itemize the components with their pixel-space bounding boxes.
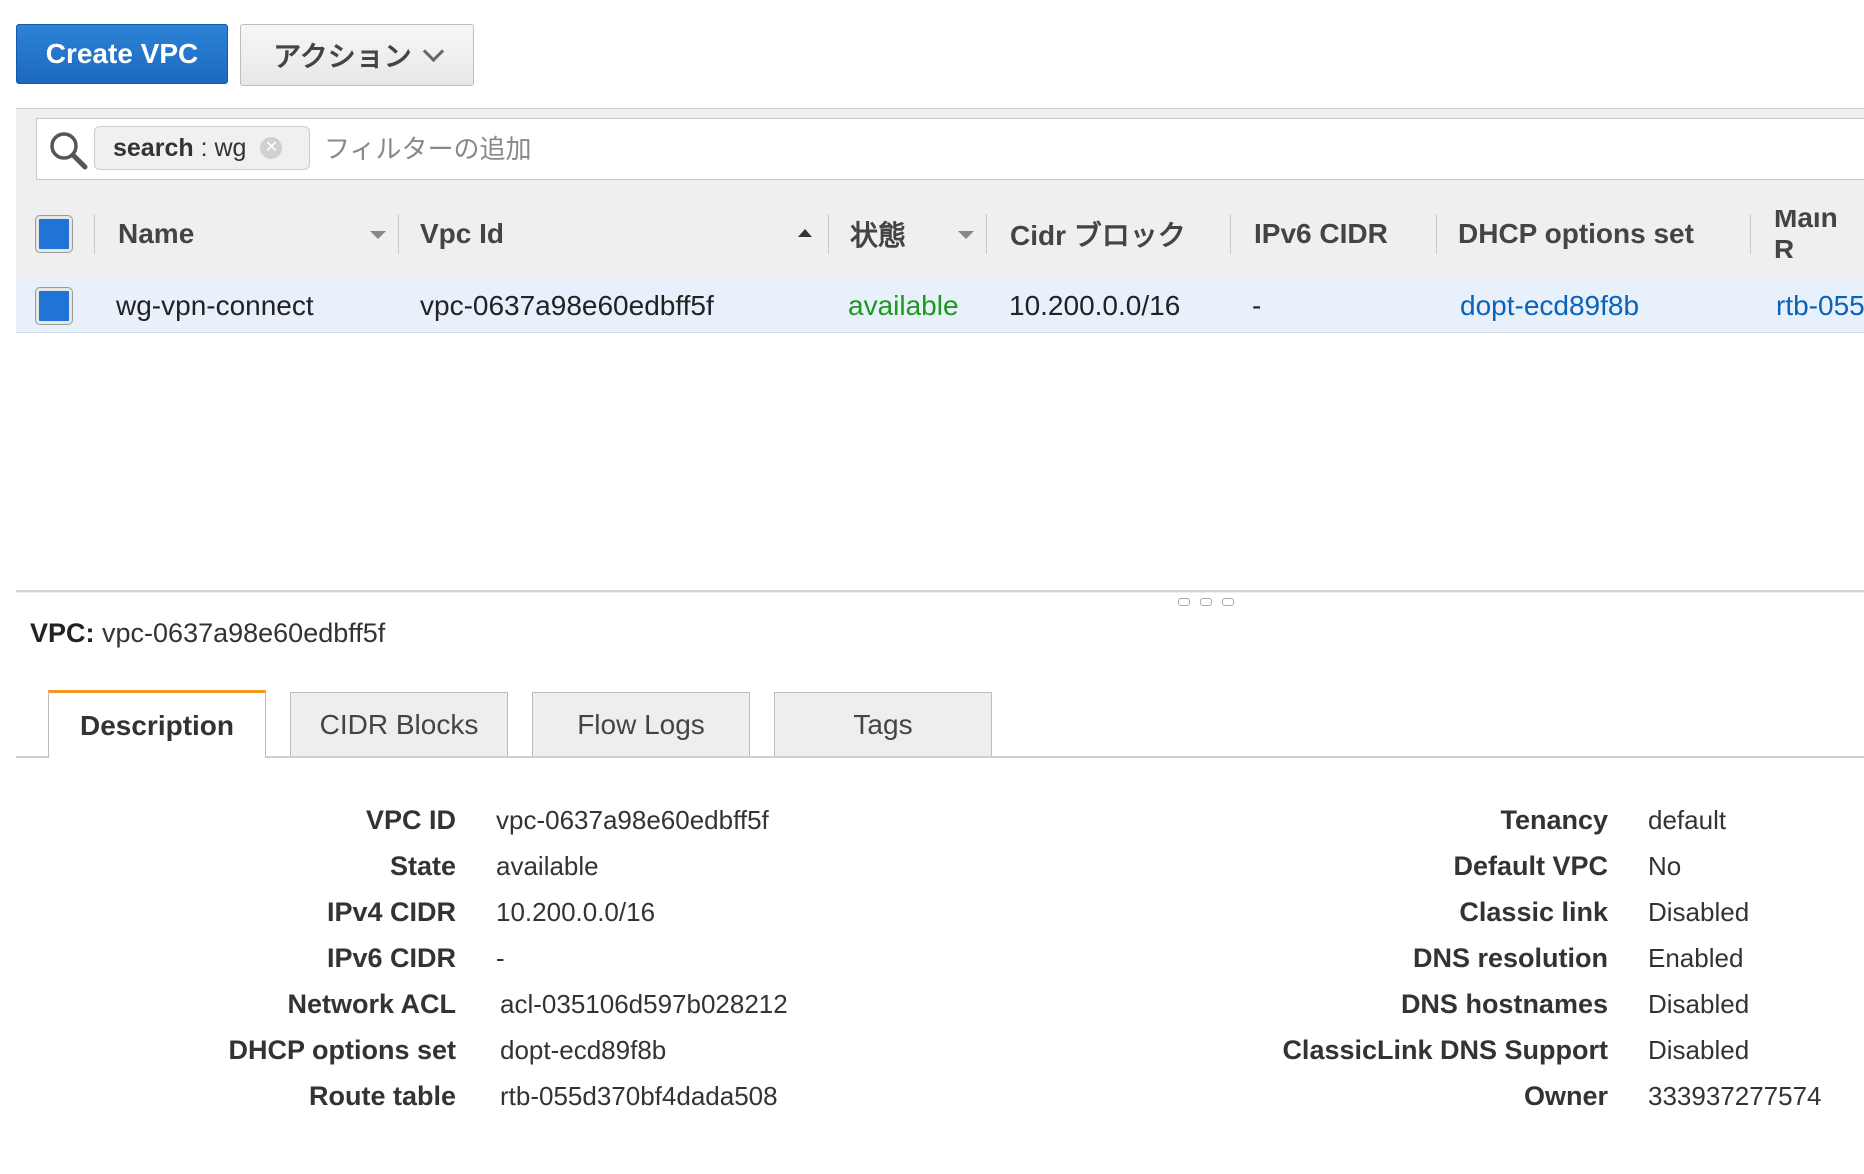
column-header-label: Cidr ブロック [1010,220,1186,251]
column-separator [1750,214,1751,254]
column-separator [398,214,399,254]
column-separator [1436,214,1437,254]
label-network-acl: Network ACL [287,989,456,1019]
select-all-checkbox[interactable] [36,216,72,252]
cell-ipv6-cidr: - [1252,290,1262,321]
column-separator [986,214,987,254]
value-owner: 333937277574 [1648,1081,1822,1111]
label-owner: Owner [1523,1081,1608,1111]
label-vpc-id: VPC ID [365,805,456,835]
detail-title: VPC: vpc-0637a98e60edbff5f [30,618,385,649]
label-ipv6-cidr: IPv6 CIDR [326,943,456,973]
value-dns-hostnames: Disabled [1648,989,1750,1019]
panel-divider [16,590,1864,592]
value-ipv6-cidr: - [496,943,505,973]
tab-tags[interactable]: Tags [774,692,992,756]
filter-chip[interactable]: search : wg ✕ [94,126,310,170]
tab-flow-logs[interactable]: Flow Logs [532,692,750,756]
tab-cidr-blocks[interactable]: CIDR Blocks [290,692,508,756]
value-classic-link: Disabled [1648,897,1750,927]
value-state: available [496,851,599,881]
column-header-label: Main R [1774,210,1838,258]
value-route-table-link[interactable]: rtb-055d370bf4dada508 [500,1081,778,1112]
value-vpc-id: vpc-0637a98e60edbff5f [496,805,769,835]
column-header-state[interactable]: 状態 [850,210,950,258]
value-ipv4-cidr: 10.200.0.0/16 [496,897,656,927]
value-tenancy: default [1648,805,1727,835]
actions-dropdown-button[interactable]: アクション [240,24,474,86]
value-dhcp-options-link[interactable]: dopt-ecd89f8b [500,1035,666,1066]
label-dns-resolution: DNS resolution [1412,943,1608,973]
row-checkbox[interactable] [36,288,72,324]
column-header-dhcp-options[interactable]: DHCP options set [1458,210,1738,258]
chevron-down-icon [422,40,444,62]
value-dns-resolution: Enabled [1648,943,1744,973]
vpc-list-empty-area [16,332,1864,591]
column-header-label: Name [118,218,195,249]
label-state: State [389,851,456,881]
filter-chip-value: wg [214,133,247,162]
cell-dhcp-options-link[interactable]: dopt-ecd89f8b [1460,280,1639,332]
detail-title-label: VPC: [30,618,95,648]
filter-input[interactable] [322,126,1826,172]
filter-chip-key: search [113,133,194,162]
column-header-main-route-table[interactable]: Main R [1774,210,1864,258]
label-tenancy: Tenancy [1500,805,1608,835]
column-separator [94,214,95,254]
cell-vpc-id: vpc-0637a98e60edbff5f [420,290,714,321]
value-network-acl-link[interactable]: acl-035106d597b028212 [500,989,788,1020]
label-classic-link: Classic link [1459,897,1608,927]
label-route-table: Route table [308,1081,456,1111]
column-header-cidr[interactable]: Cidr ブロック [1010,210,1210,258]
cell-state: available [848,290,959,321]
label-classiclink-dns-support: ClassicLink DNS Support [1282,1035,1608,1065]
search-icon [50,132,88,170]
column-separator [828,214,829,254]
cell-cidr: 10.200.0.0/16 [1009,290,1181,321]
label-default-vpc: Default VPC [1453,851,1608,881]
label-dns-hostnames: DNS hostnames [1400,989,1608,1019]
create-vpc-button[interactable]: Create VPC [16,24,228,84]
sort-caret-down-icon[interactable] [958,231,974,239]
label-ipv4-cidr: IPv4 CIDR [326,897,456,927]
column-header-label: Vpc Id [420,218,505,249]
remove-filter-icon[interactable]: ✕ [260,137,283,159]
filter-chip-separator: : [193,133,215,162]
column-header-ipv6-cidr[interactable]: IPv6 CIDR [1254,210,1424,258]
cell-name: wg-vpn-connect [116,290,314,321]
column-header-vpc-id[interactable]: Vpc Id [420,210,780,258]
sort-caret-down-icon[interactable] [370,231,386,239]
detail-title-value: vpc-0637a98e60edbff5f [102,618,386,648]
sort-ascending-icon[interactable] [798,229,812,237]
value-default-vpc: No [1648,851,1682,881]
tab-description[interactable]: Description [48,690,266,758]
actions-label: アクション [273,41,412,72]
label-dhcp-options-set: DHCP options set [228,1035,456,1065]
value-classiclink-dns-support: Disabled [1648,1035,1750,1065]
column-header-label: DHCP options set [1458,218,1694,249]
column-header-name[interactable]: Name [118,210,388,258]
cell-main-route-table-link[interactable]: rtb-055 [1776,280,1864,332]
column-header-label: IPv6 CIDR [1254,218,1388,249]
column-separator [1230,214,1231,254]
tab-bar-line [16,756,1864,758]
column-header-label: 状態 [850,220,907,251]
resize-handle[interactable] [1178,598,1234,606]
